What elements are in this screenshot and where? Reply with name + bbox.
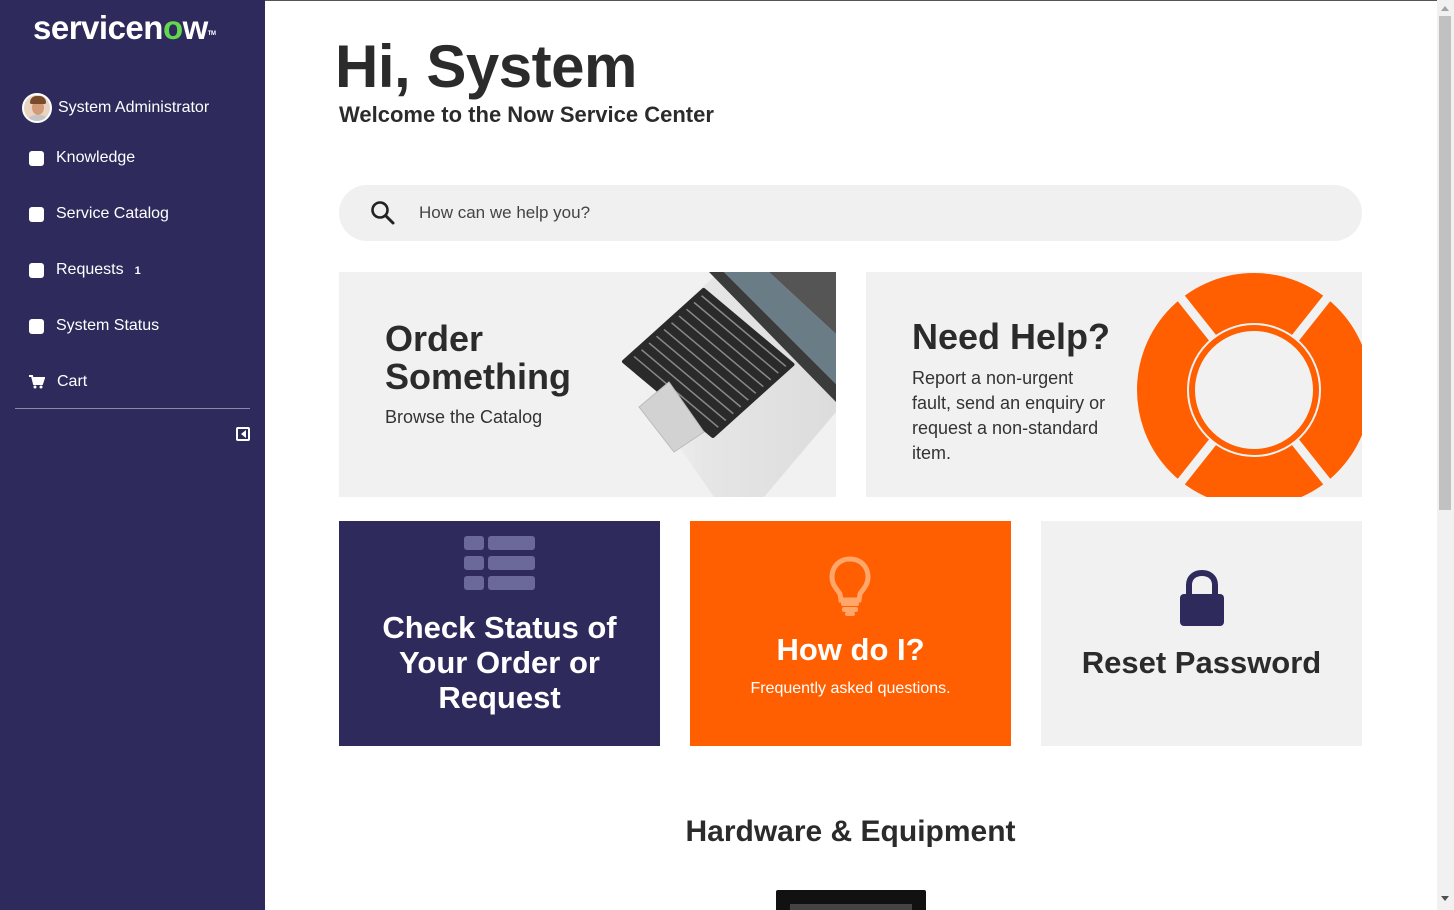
scroll-up-icon[interactable]	[1441, 6, 1449, 11]
welcome-subtitle: Welcome to the Now Service Center	[339, 102, 714, 127]
lightbulb-icon	[829, 556, 871, 616]
sidebar-item-service-catalog[interactable]: Service Catalog	[29, 202, 169, 226]
sidebar-item-label: Knowledge	[56, 149, 136, 166]
how-do-i-subtitle: Frequently asked questions.	[750, 680, 951, 697]
sidebar: servicenowTM System Administrator Knowle…	[0, 0, 265, 910]
help-card-title: Need Help?	[912, 316, 1111, 357]
help-card-description: Report a non-urgent fault, send an enqui…	[912, 366, 1132, 466]
logo-text-end: w	[182, 9, 209, 46]
sidebar-item-label: Requests	[56, 261, 124, 278]
cart-icon	[29, 375, 45, 389]
need-help-card[interactable]: Need Help? Report a non-urgent fault, se…	[866, 272, 1362, 497]
user-name: System Administrator	[58, 99, 210, 116]
list-icon	[464, 536, 535, 590]
sidebar-item-label: System Status	[56, 317, 160, 334]
page-title: Hi, System	[335, 33, 637, 100]
reset-password-title: Reset Password	[1081, 645, 1322, 680]
scroll-thumb[interactable]	[1439, 16, 1451, 510]
section-title-hardware: Hardware & Equipment	[685, 815, 1016, 848]
sidebar-item-label: Cart	[57, 373, 88, 390]
check-status-card[interactable]: Check Status of Your Order or Request	[339, 521, 660, 746]
sidebar-item-label: Service Catalog	[56, 205, 169, 222]
help-desc-line2: fault, send an enquiry or	[912, 393, 1106, 413]
status-title-line1: Check Status of	[382, 610, 617, 645]
sidebar-item-cart[interactable]: Cart	[29, 370, 87, 394]
scroll-down-icon[interactable]	[1441, 896, 1449, 901]
avatar[interactable]	[22, 93, 52, 123]
hardware-item-image[interactable]	[776, 890, 926, 910]
lock-icon	[1180, 570, 1224, 626]
system-status-icon	[29, 318, 44, 334]
status-title-line3: Request	[438, 680, 561, 715]
collapse-sidebar-icon[interactable]	[236, 427, 250, 441]
order-title-line1: Order	[385, 318, 484, 359]
status-title-line2: Your Order or	[399, 645, 600, 680]
help-desc-line3: request a non-standard	[912, 418, 1099, 438]
vertical-scrollbar[interactable]	[1437, 0, 1454, 910]
logo-trademark: TM	[207, 31, 216, 37]
search-input[interactable]	[419, 203, 1319, 223]
search-icon[interactable]	[370, 200, 396, 226]
help-desc-line1: Report a non-urgent	[912, 368, 1074, 388]
sidebar-item-requests[interactable]: Requests 1	[29, 258, 141, 282]
service-catalog-icon	[29, 206, 44, 222]
logo-o: o	[162, 9, 183, 46]
help-desc-line4: item.	[912, 443, 952, 463]
top-border	[265, 0, 1437, 1]
check-status-title: Check Status of Your Order or Request	[339, 610, 660, 715]
laptop-image	[621, 272, 836, 497]
servicenow-logo[interactable]: servicenowTM	[33, 9, 216, 47]
requests-icon	[29, 262, 44, 278]
order-something-card[interactable]: Order Something Browse the Catalog	[339, 272, 836, 497]
sidebar-item-system-status[interactable]: System Status	[29, 314, 159, 338]
order-card-title: Order Something	[385, 320, 571, 396]
knowledge-icon	[29, 150, 44, 166]
how-do-i-title: How do I?	[776, 632, 925, 667]
sidebar-divider	[15, 408, 250, 409]
search-bar[interactable]	[339, 185, 1362, 241]
order-card-subtitle: Browse the Catalog	[385, 407, 543, 427]
requests-count-badge: 1	[134, 265, 141, 277]
reset-password-card[interactable]: Reset Password	[1041, 521, 1362, 746]
user-profile[interactable]: System Administrator	[22, 93, 209, 123]
how-do-i-card[interactable]: How do I? Frequently asked questions.	[690, 521, 1011, 746]
lifebuoy-icon	[1137, 273, 1362, 497]
logo-text: servicen	[33, 9, 163, 46]
sidebar-item-knowledge[interactable]: Knowledge	[29, 146, 135, 170]
order-title-line2: Something	[385, 355, 571, 397]
